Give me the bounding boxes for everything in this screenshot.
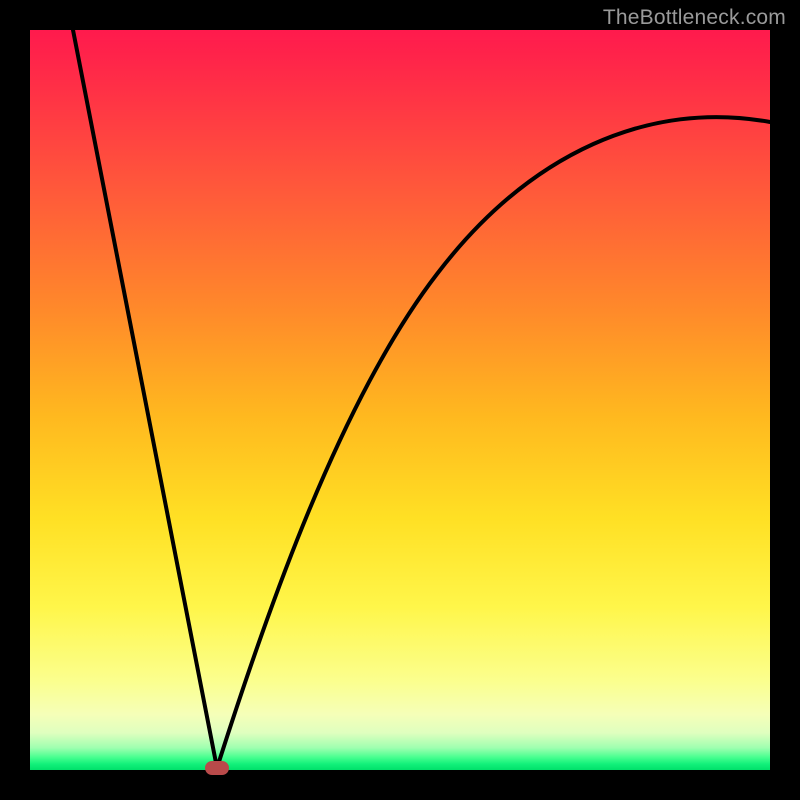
curve-right-branch	[217, 117, 770, 768]
watermark-text: TheBottleneck.com	[603, 6, 786, 30]
min-marker	[205, 761, 229, 775]
curve-left-branch	[73, 30, 217, 768]
bottleneck-curve	[30, 30, 770, 770]
plot-area	[30, 30, 770, 770]
chart-frame: TheBottleneck.com	[0, 0, 800, 800]
